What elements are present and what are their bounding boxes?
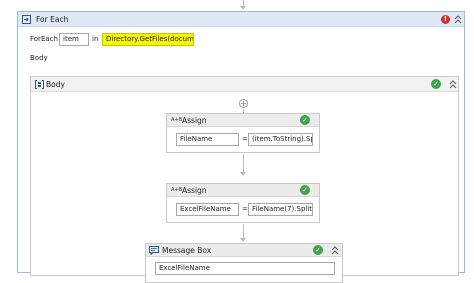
top-connector-arrow — [240, 6, 246, 10]
equals-sign: = — [242, 135, 248, 143]
collection-input[interactable]: Directory.GetFiles(docume — [102, 33, 194, 46]
assign-activity[interactable]: A+B Assign ✓ FileName = (item.ToString).… — [166, 113, 320, 153]
chevron-up-icon[interactable] — [331, 246, 339, 255]
assign-title: Assign — [182, 116, 207, 125]
foreach-icon — [22, 15, 31, 24]
assign-to-input[interactable]: FileName — [176, 133, 239, 146]
foreach-activity[interactable]: For Each ! ForEach item in Directory.Get… — [17, 11, 465, 283]
chevron-up-icon[interactable] — [454, 15, 462, 24]
check-icon: ✓ — [431, 79, 441, 89]
assign-badge: A+B — [171, 117, 183, 123]
message-box-activity[interactable]: Message Box ✓ ExcelFileName — [145, 243, 343, 283]
in-label: in — [92, 35, 99, 43]
body-sequence[interactable]: Body ✓ + A+B Assign ✓ FileName = (item.T… — [30, 76, 459, 283]
connector-arrow — [240, 238, 246, 242]
message-box-header[interactable]: Message Box ✓ — [146, 244, 342, 257]
equals-sign: = — [242, 205, 248, 213]
sequence-icon — [35, 80, 44, 89]
check-icon: ✓ — [300, 115, 310, 125]
assign-value-input[interactable]: FileName(7).Split(" — [248, 203, 313, 216]
connector-line — [243, 154, 244, 174]
foreach-header[interactable]: For Each ! — [18, 12, 464, 27]
message-box-title: Message Box — [162, 246, 212, 255]
assign-header[interactable]: A+B Assign ✓ — [167, 114, 319, 127]
message-icon — [149, 246, 159, 255]
assign-to-input[interactable]: ExcelFileName — [176, 203, 239, 216]
check-icon: ✓ — [313, 245, 323, 255]
assign-badge: A+B — [171, 187, 183, 193]
assign-activity[interactable]: A+B Assign ✓ ExcelFileName = FileName(7)… — [166, 183, 320, 223]
body-section-label: Body — [30, 54, 48, 62]
item-input[interactable]: item — [59, 33, 89, 46]
connector-arrow — [240, 172, 246, 176]
body-header[interactable]: Body ✓ — [31, 77, 458, 92]
assign-value-input[interactable]: (item.ToString).Spli — [248, 133, 313, 146]
foreach-title: For Each — [36, 15, 69, 24]
assign-title: Assign — [182, 186, 207, 195]
error-icon[interactable]: ! — [441, 15, 450, 24]
body-title: Body — [46, 80, 65, 89]
foreach-label: ForEach — [30, 35, 58, 43]
message-text-input[interactable]: ExcelFileName — [155, 262, 335, 275]
assign-header[interactable]: A+B Assign ✓ — [167, 184, 319, 197]
add-activity-icon[interactable]: + — [239, 99, 248, 108]
chevron-up-icon[interactable] — [449, 80, 457, 89]
check-icon: ✓ — [300, 185, 310, 195]
